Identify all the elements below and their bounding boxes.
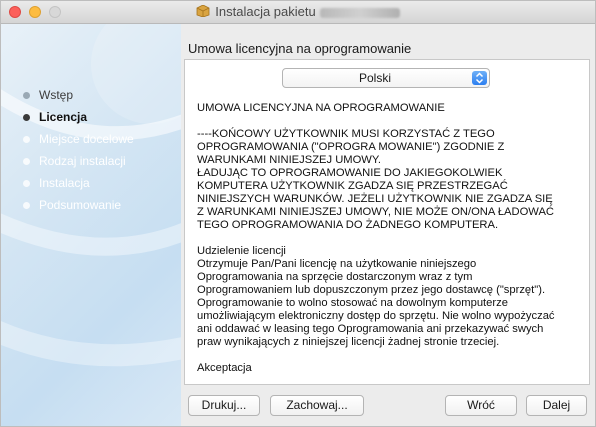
license-panel: Polski UMOWA LICENCYJNA NA OPROGRAMOWANI… [184,59,590,385]
title-bar[interactable]: Instalacja pakietu [1,1,595,24]
save-button[interactable]: Zachowaj... [270,395,364,416]
sidebar-background-art [1,24,181,367]
step-license: Licencja [23,110,87,124]
window-title: Instalacja pakietu [1,4,595,19]
license-scrollbar[interactable] [581,100,588,384]
step-installation-type: Rodzaj instalacji [23,154,126,168]
step-intro: Wstęp [23,88,73,102]
window-title-text: Instalacja pakietu [215,4,316,19]
installer-window: Instalacja pakietu Wstęp Licencja Miejsc… [0,0,596,427]
page-title: Umowa licencyjna na oprogramowanie [188,41,412,56]
language-select[interactable]: Polski [282,68,490,88]
step-installation: Instalacja [23,176,90,190]
package-icon [196,5,210,17]
installer-steps-sidebar: Wstęp Licencja Miejsce docelowe Rodzaj i… [1,24,181,426]
license-text: UMOWA LICENCYJNA NA OPROGRAMOWANIE ----K… [197,102,555,374]
continue-button[interactable]: Dalej [526,395,587,416]
step-summary: Podsumowanie [23,198,121,212]
back-button[interactable]: Wróć [445,395,517,416]
print-button[interactable]: Drukuj... [188,395,260,416]
select-arrows-icon [472,71,487,85]
step-destination: Miejsce docelowe [23,132,134,146]
language-select-value: Polski [358,71,391,85]
redacted-package-name [319,7,400,18]
